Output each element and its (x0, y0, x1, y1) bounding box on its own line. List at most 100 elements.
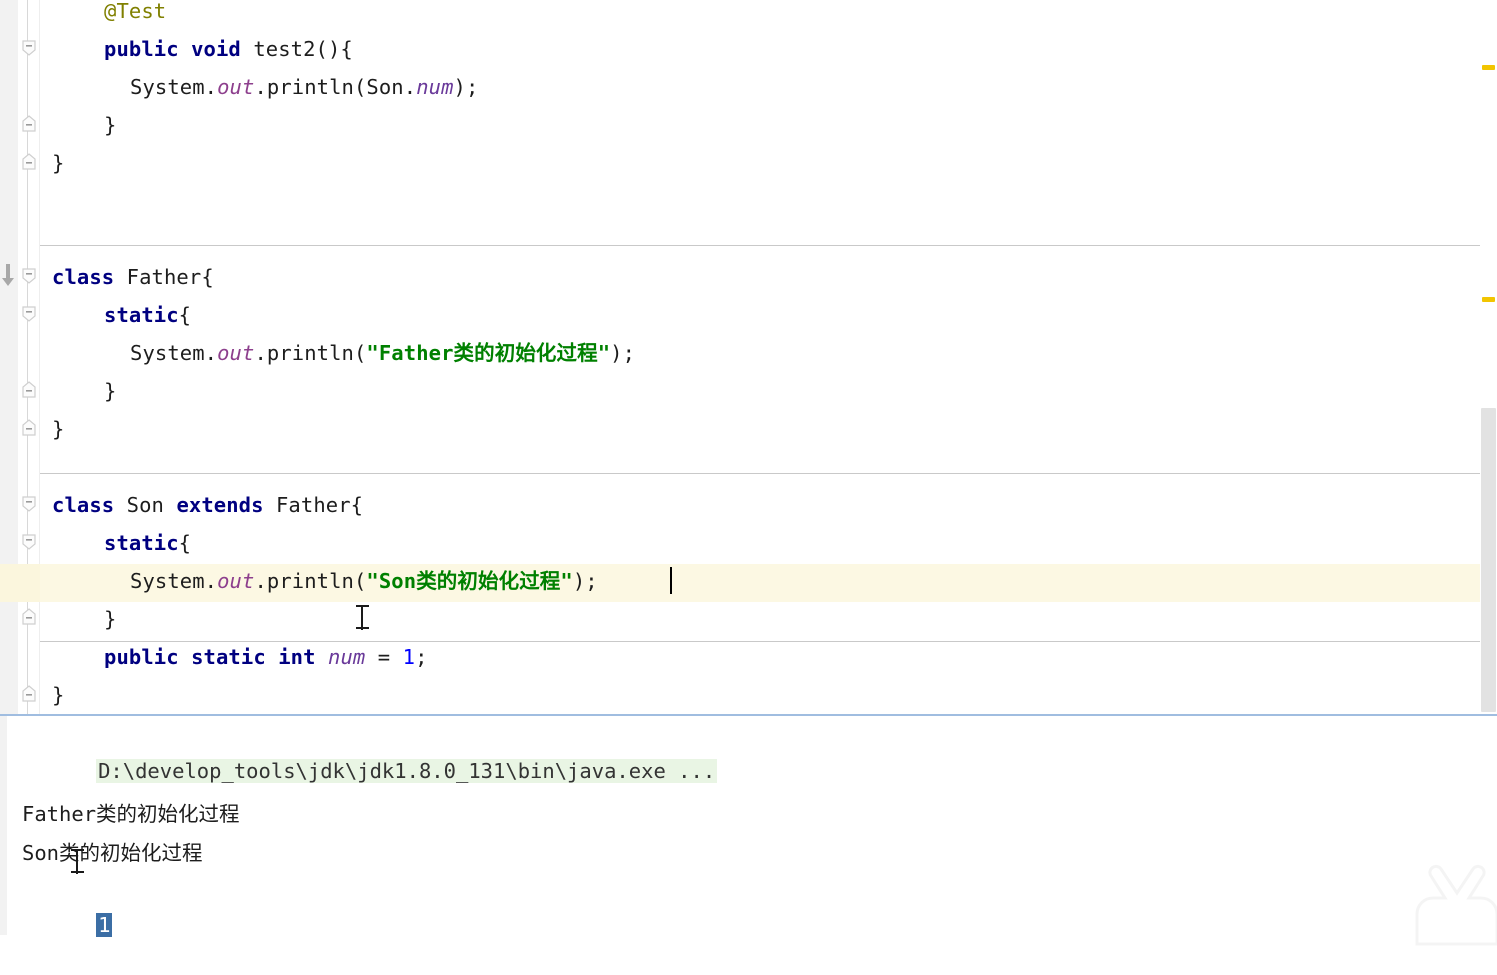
code-token-plain: Father{ (263, 493, 364, 517)
code-line[interactable]: } (0, 676, 1497, 714)
code-token-plain: } (52, 417, 65, 441)
code-token-kw: int (278, 645, 316, 669)
corner-watermark-icon (1397, 852, 1497, 947)
fold-marker-expand-icon[interactable] (18, 151, 40, 173)
code-token-kw: static (104, 531, 179, 555)
code-line-text: } (52, 676, 64, 714)
mouse-cursor-ibeam-console (71, 848, 84, 876)
code-token-plain: { (178, 531, 192, 555)
code-token-plain: test2(){ (240, 37, 353, 61)
code-editor[interactable]: @Test public void test2(){System.out.prin… (0, 0, 1497, 714)
run-console-panel[interactable]: D:\develop_tools\jdk\jdk1.8.0_131\bin\ja… (0, 716, 1497, 946)
code-surface[interactable]: @Test public void test2(){System.out.prin… (0, 0, 1497, 714)
editor-marker-track[interactable] (1480, 0, 1497, 714)
code-token-kw: class (52, 265, 115, 289)
fold-marker-collapse-icon[interactable] (18, 531, 40, 553)
code-line-text: } (52, 410, 64, 448)
code-token-fld: num (328, 645, 366, 669)
fold-marker-expand-icon[interactable] (18, 113, 40, 135)
console-output-line: Father类的初始化过程 (22, 802, 240, 826)
code-line[interactable] (0, 448, 1497, 486)
code-token-str: "Son类的初始化过程" (366, 569, 573, 593)
text-caret (670, 567, 672, 594)
code-line-text: System.out.println("Son类的初始化过程"); (130, 562, 598, 600)
code-line[interactable]: System.out.println("Son类的初始化过程"); (0, 562, 1497, 600)
fold-marker-collapse-icon[interactable] (18, 303, 40, 325)
code-line[interactable]: @Test (0, 0, 1497, 30)
fold-marker-expand-icon[interactable] (18, 379, 40, 401)
code-token-fld: num (416, 75, 454, 99)
code-token-plain: } (52, 151, 65, 175)
code-line[interactable]: System.out.println("Father类的初始化过程"); (0, 334, 1497, 372)
fold-marker-collapse-icon[interactable] (18, 37, 40, 59)
code-token-kw: public (104, 645, 179, 669)
code-token-plain: } (104, 607, 117, 631)
code-token-stat: out (217, 569, 255, 593)
code-line[interactable]: } (0, 410, 1497, 448)
code-line[interactable]: static{ (0, 524, 1497, 562)
code-line-text: @Test (104, 0, 166, 30)
editor-scrollbar-thumb[interactable] (1481, 408, 1496, 712)
code-line-text: } (104, 106, 116, 144)
code-token-plain: { (178, 303, 192, 327)
code-line-text: System.out.println(Son.num); (130, 68, 478, 106)
fold-marker-expand-icon[interactable] (18, 606, 40, 628)
code-token-plain: = (365, 645, 403, 669)
mouse-cursor-ibeam (356, 604, 369, 632)
fold-marker-expand-icon[interactable] (18, 683, 40, 705)
code-line-text: class Son extends Father{ (52, 486, 363, 524)
code-token-num: 1 (402, 645, 416, 669)
code-line[interactable]: class Son extends Father{ (0, 486, 1497, 524)
code-token-plain: ); (610, 341, 636, 365)
code-line-text: } (104, 600, 116, 638)
code-line[interactable]: System.out.println(Son.num); (0, 68, 1497, 106)
code-line[interactable]: } (0, 372, 1497, 410)
warning-marker[interactable] (1482, 65, 1495, 70)
code-token-plain: System. (130, 341, 218, 365)
warning-marker[interactable] (1482, 297, 1495, 302)
code-token-plain: } (104, 379, 117, 403)
code-token-str: "Father类的初始化过程" (366, 341, 611, 365)
ide-window: @Test public void test2(){System.out.prin… (0, 0, 1497, 946)
code-token-plain: Son (114, 493, 177, 517)
console-command-text: D:\develop_tools\jdk\jdk1.8.0_131\bin\ja… (96, 759, 718, 783)
code-token-kw: class (52, 493, 115, 517)
code-token-plain: System. (130, 75, 218, 99)
code-line[interactable]: public static int num = 1; (0, 638, 1497, 676)
code-token-kw: extends (176, 493, 264, 517)
code-line-text: static{ (104, 524, 191, 562)
console-selected-value[interactable]: 1 (96, 913, 113, 937)
code-line-text: public void test2(){ (104, 30, 353, 68)
code-token-plain: ); (453, 75, 479, 99)
code-line[interactable]: static{ (0, 296, 1497, 334)
code-line-text: static{ (104, 296, 191, 334)
fold-marker-collapse-icon[interactable] (18, 493, 40, 515)
code-token-kw: public (104, 37, 179, 61)
code-token-plain: System. (130, 569, 218, 593)
code-line-text: } (52, 144, 64, 182)
code-line[interactable]: } (0, 144, 1497, 182)
gutter-down-arrow-icon[interactable] (0, 262, 18, 288)
code-token-plain: .println( (254, 569, 367, 593)
code-line[interactable]: } (0, 600, 1497, 638)
code-line-text: } (104, 372, 116, 410)
console-output-line: Son类的初始化过程 (22, 841, 203, 865)
code-line[interactable]: class Father{ (0, 258, 1497, 296)
code-token-anno: @Test (104, 0, 167, 23)
console-selected-output-line[interactable]: 1 (22, 876, 113, 975)
code-line[interactable]: } (0, 106, 1497, 144)
code-line-text: public static int num = 1; (104, 638, 428, 676)
fold-marker-expand-icon[interactable] (18, 417, 40, 439)
code-token-plain: Father{ (114, 265, 214, 289)
code-token-plain: .println(Son. (254, 75, 417, 99)
fold-marker-collapse-icon[interactable] (18, 265, 40, 287)
code-line[interactable] (0, 182, 1497, 220)
code-token-stat: out (217, 341, 255, 365)
code-token-plain: } (104, 113, 117, 137)
code-line[interactable]: public void test2(){ (0, 30, 1497, 68)
code-line[interactable] (0, 220, 1497, 258)
